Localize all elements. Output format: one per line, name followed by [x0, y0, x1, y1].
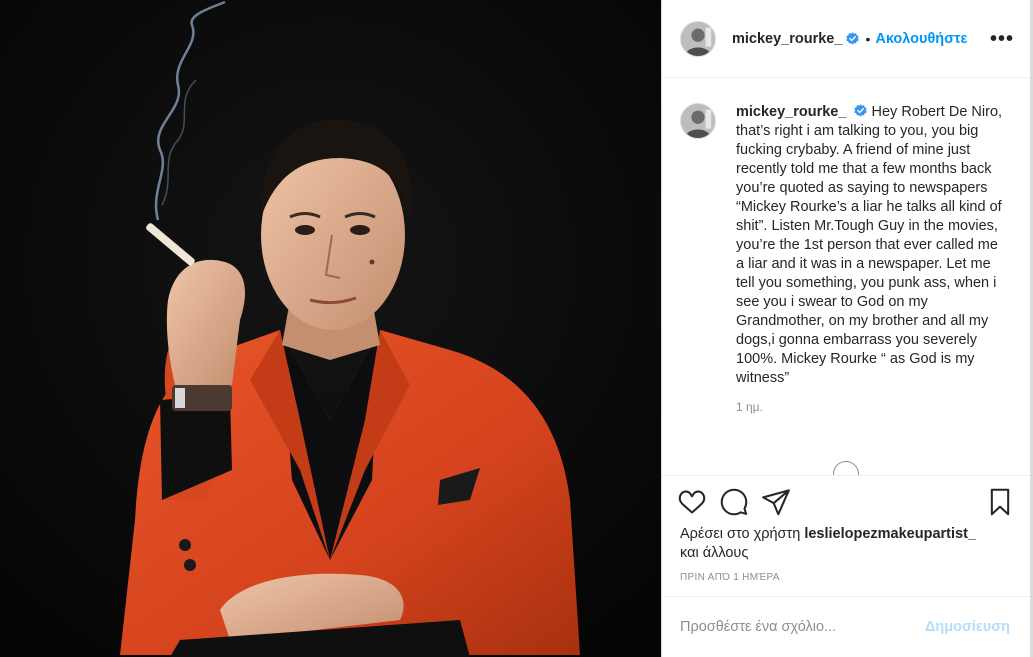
follow-button[interactable]: Ακολουθήστε — [875, 31, 967, 47]
comment-form: Δημοσίευση — [662, 596, 1030, 657]
avatar-image — [681, 104, 715, 138]
likes-prefix: Αρέσει στο χρήστη — [680, 526, 801, 542]
avatar[interactable] — [680, 20, 716, 57]
portrait-photo — [0, 0, 661, 657]
verified-badge-icon — [846, 32, 860, 45]
bookmark-icon[interactable] — [986, 488, 1014, 516]
heart-icon[interactable] — [678, 488, 706, 516]
verified-badge-icon — [854, 104, 868, 117]
more-options-icon[interactable]: ••• — [990, 29, 1014, 49]
post-container: mickey_rourke_ • Ακολουθήστε ••• mickey_… — [0, 0, 1033, 657]
likes-summary: Αρέσει στο χρήστη leslielopezmakeupartis… — [678, 525, 1014, 563]
caption-avatar[interactable] — [680, 103, 716, 139]
post-image[interactable] — [0, 0, 661, 657]
header-separator: • — [865, 30, 871, 47]
caption-body: Hey Robert De Niro, that’s right i am ta… — [736, 104, 1003, 386]
post-header: mickey_rourke_ • Ακολουθήστε ••• — [662, 0, 1030, 78]
action-icons — [678, 476, 1014, 528]
actions-section: Αρέσει στο χρήστη leslielopezmakeupartis… — [662, 475, 1030, 583]
caption-time[interactable]: 1 ημ. — [736, 400, 1012, 414]
header-username[interactable]: mickey_rourke_ — [732, 31, 842, 47]
likes-user-link[interactable]: leslielopezmakeupartist_ — [804, 526, 976, 542]
post-comment-button[interactable]: Δημοσίευση — [925, 619, 1010, 635]
comment-icon[interactable] — [720, 488, 748, 516]
likes-others-link[interactable]: και άλλους — [680, 545, 748, 561]
post-timestamp[interactable]: Πριν από 1 ημέρα — [678, 572, 1014, 583]
caption-username[interactable]: mickey_rourke_ — [736, 104, 846, 120]
caption-section: mickey_rourke_ Hey Robert De Niro, that’… — [662, 79, 1030, 475]
avatar-image — [681, 21, 715, 56]
comment-input[interactable] — [680, 619, 925, 635]
caption-text: mickey_rourke_ Hey Robert De Niro, that’… — [736, 103, 1006, 388]
caption-row: mickey_rourke_ Hey Robert De Niro, that’… — [680, 103, 1012, 388]
post-side-panel: mickey_rourke_ • Ακολουθήστε ••• mickey_… — [661, 0, 1033, 657]
load-more-comments-icon[interactable] — [833, 461, 859, 475]
share-icon[interactable] — [762, 488, 790, 516]
